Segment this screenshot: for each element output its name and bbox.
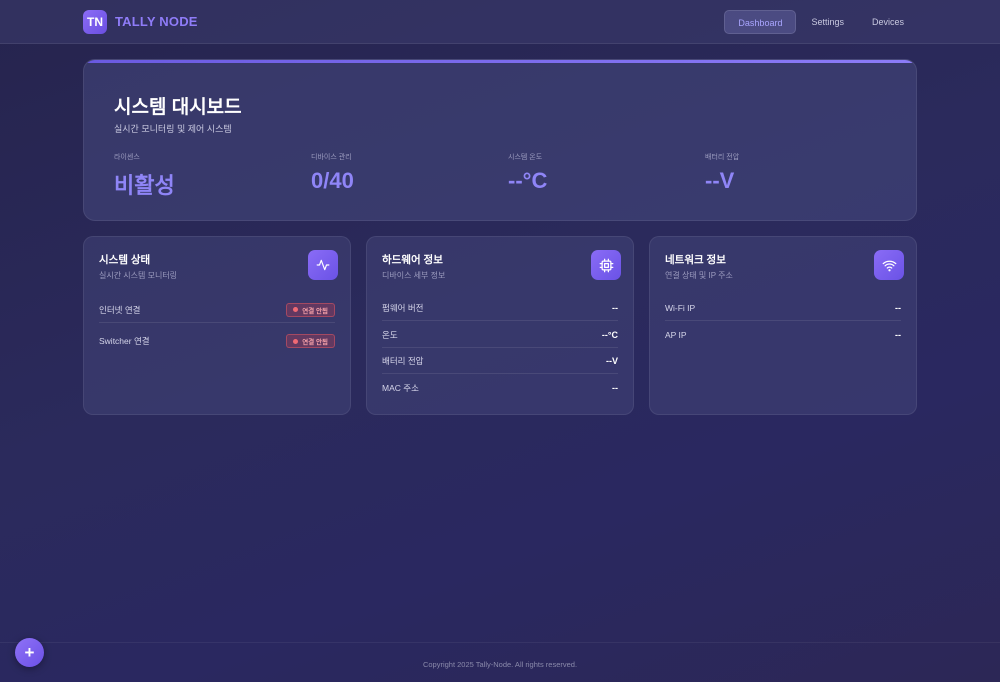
row-label: 펌웨어 버전	[382, 302, 424, 313]
add-button[interactable]: +	[15, 638, 44, 667]
page-title: 시스템 대시보드	[114, 97, 242, 118]
card-title: 시스템 상태	[99, 254, 151, 266]
nav-devices[interactable]: Devices	[859, 10, 917, 34]
row-label: Switcher 연결	[99, 336, 150, 346]
card-title: 하드웨어 정보	[382, 254, 443, 266]
card-subtitle: 실시간 시스템 모니터링	[99, 271, 178, 280]
card-title: 네트워크 정보	[665, 254, 726, 266]
badge-text: 연결 안됨	[302, 339, 328, 346]
status-badge: 연결 안됨	[286, 334, 335, 348]
wifi-icon	[874, 250, 904, 280]
nav-settings[interactable]: Settings	[798, 10, 857, 34]
logo[interactable]: TN	[83, 10, 107, 34]
row-label: 온도	[382, 329, 398, 340]
stat-value: 비활성	[114, 173, 175, 198]
badge-text: 연결 안됨	[302, 307, 328, 315]
hardware-info-card: 하드웨어 정보 디바이스 세부 정보 펌웨어 버전 -- 온도 --°C 배터리…	[366, 236, 634, 415]
main-nav: Dashboard Settings Devices	[724, 10, 917, 34]
system-status-card: 시스템 상태 실시간 시스템 모니터링 인터넷 연결 연결 안됨 Switche…	[83, 236, 351, 415]
hw-row-battery: 배터리 전압 --V	[382, 348, 618, 374]
row-value: --°C	[601, 329, 618, 340]
stat-devices: 디바이스 관리 0/40	[311, 152, 354, 194]
hw-row-temperature: 온도 --°C	[382, 322, 618, 348]
plus-icon: +	[24, 642, 35, 662]
network-info-card: 네트워크 정보 연결 상태 및 IP 주소 Wi-Fi IP -- AP IP …	[649, 236, 917, 415]
hw-row-mac: MAC 주소 --	[382, 375, 618, 401]
nav-dashboard[interactable]: Dashboard	[724, 10, 797, 34]
row-value: --V	[606, 355, 618, 366]
status-badge: 연결 안됨	[286, 302, 335, 317]
stat-label: 배터리 전압	[705, 154, 740, 161]
card-subtitle: 디바이스 세부 정보	[382, 271, 446, 280]
status-row-switcher: Switcher 연결 연결 안됨	[99, 328, 335, 354]
row-value: --	[895, 302, 901, 313]
dashboard-hero-card: 시스템 대시보드 실시간 모니터링 및 제어 시스템 라이센스 비활성 디바이스…	[83, 59, 917, 221]
row-label: MAC 주소	[382, 383, 419, 393]
stat-label: 디바이스 관리	[311, 154, 352, 161]
stat-value: --°C	[508, 168, 548, 193]
stat-label: 시스템 온도	[508, 154, 543, 161]
card-subtitle: 연결 상태 및 IP 주소	[665, 271, 733, 280]
row-label: 인터넷 연결	[99, 304, 141, 315]
activity-icon	[308, 250, 338, 280]
row-label: AP IP	[665, 330, 687, 340]
top-navbar: TN TALLY NODE Dashboard Settings Devices	[0, 0, 1000, 44]
brand-name[interactable]: TALLY NODE	[115, 14, 198, 29]
stat-label: 라이센스	[114, 154, 140, 161]
copyright-text: Copyright 2025 Tally-Node. All rights re…	[422, 660, 578, 669]
row-label: 배터리 전압	[382, 355, 424, 366]
status-row-internet: 인터넷 연결 연결 안됨	[99, 297, 335, 323]
logo-text: TN	[87, 15, 103, 29]
status-dot-icon	[293, 307, 299, 312]
cpu-icon	[591, 250, 621, 280]
row-value: --	[895, 330, 901, 340]
net-row-ap-ip: AP IP --	[665, 322, 901, 348]
footer: Copyright 2025 Tally-Node. All rights re…	[0, 642, 1000, 682]
stat-value: --V	[705, 168, 735, 193]
row-value: --	[612, 302, 618, 313]
row-value: --	[612, 383, 618, 393]
status-dot-icon	[293, 338, 299, 344]
row-label: Wi-Fi IP	[665, 302, 696, 313]
stat-value: 0/40	[311, 168, 354, 193]
stat-battery: 배터리 전압 --V	[705, 152, 739, 194]
stat-license: 라이센스 비활성	[114, 152, 175, 200]
net-row-wifi-ip: Wi-Fi IP --	[665, 295, 901, 321]
hw-row-firmware: 펌웨어 버전 --	[382, 295, 618, 321]
page-subtitle: 실시간 모니터링 및 제어 시스템	[114, 124, 232, 134]
stat-temperature: 시스템 온도 --°C	[508, 152, 547, 194]
